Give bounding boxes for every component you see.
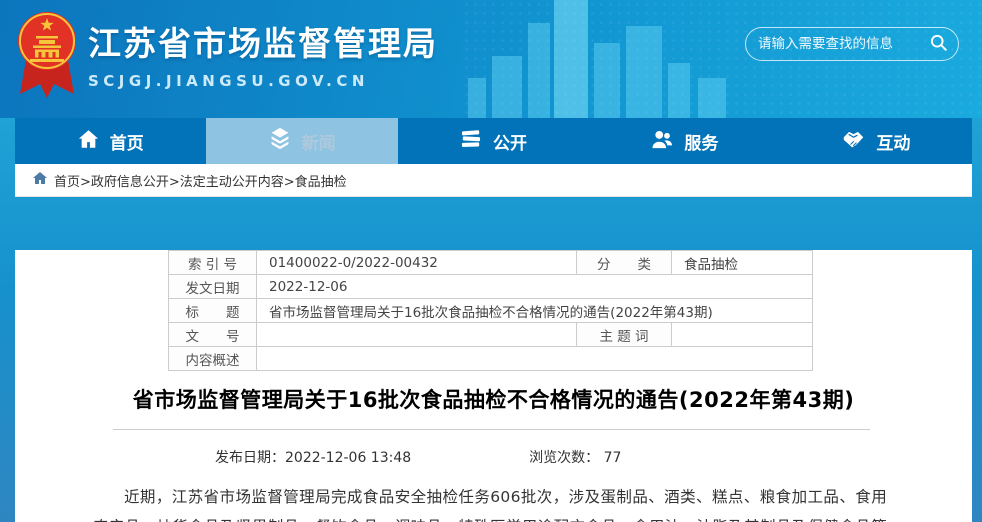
nav-item-interaction[interactable]: 互动 xyxy=(781,118,972,164)
search-box xyxy=(745,27,959,61)
meta-value-cell: 省市场监督管理局关于16批次食品抽检不合格情况的通告(2022年第43期) xyxy=(257,299,813,323)
table-row: 文 号 主 题 词 xyxy=(169,323,813,347)
search-icon xyxy=(929,33,948,55)
site-logo[interactable]: 江苏省市场监督管理局 SCJGJ.JIANGSU.GOV.CN xyxy=(16,10,438,104)
publish-date: 发布日期：2022-12-06 13:48 xyxy=(215,447,411,467)
meta-label-cell: 主 题 词 xyxy=(577,323,672,347)
books-icon xyxy=(460,129,482,154)
main-navigation: 首页 新闻 xyxy=(15,118,972,164)
document-meta-table: 索 引 号 01400022-0/2022-00432 分 类 食品抽检 发文日… xyxy=(168,250,813,371)
national-emblem-icon xyxy=(16,10,78,104)
nav-item-label: 互动 xyxy=(876,129,910,154)
layers-icon xyxy=(269,127,291,155)
table-row: 索 引 号 01400022-0/2022-00432 分 类 食品抽检 xyxy=(169,251,813,275)
meta-value-cell xyxy=(257,347,813,371)
meta-value-cell: 01400022-0/2022-00432 xyxy=(257,251,577,275)
meta-value-cell: 2022-12-06 xyxy=(257,275,813,299)
nav-item-home[interactable]: 首页 xyxy=(15,118,206,164)
meta-label-cell: 文 号 xyxy=(169,323,257,347)
page-title: 省市场监督管理局关于16批次食品抽检不合格情况的通告(2022年第43期) xyxy=(15,384,972,414)
view-count: 浏览次数： 77 xyxy=(529,447,621,467)
table-row: 标 题 省市场监督管理局关于16批次食品抽检不合格情况的通告(2022年第43期… xyxy=(169,299,813,323)
nav-item-label: 公开 xyxy=(493,129,527,154)
meta-value-cell: 食品抽检 xyxy=(672,251,813,275)
users-icon xyxy=(651,129,673,154)
page: 江苏省市场监督管理局 SCJGJ.JIANGSU.GOV.CN xyxy=(0,0,982,522)
meta-label-cell: 标 题 xyxy=(169,299,257,323)
breadcrumb-bar: 首页>政府信息公开>法定主动公开内容>食品抽检 xyxy=(15,164,972,197)
search-button[interactable] xyxy=(929,33,948,55)
logo-text: 江苏省市场监督管理局 SCJGJ.JIANGSU.GOV.CN xyxy=(88,10,438,90)
nav-item-news[interactable]: 新闻 xyxy=(206,118,397,164)
search-input[interactable] xyxy=(758,36,929,52)
breadcrumb[interactable]: 首页>政府信息公开>法定主动公开内容>食品抽检 xyxy=(54,171,347,190)
article-content-area: 索 引 号 01400022-0/2022-00432 分 类 食品抽检 发文日… xyxy=(15,250,972,522)
meta-label-cell: 发文日期 xyxy=(169,275,257,299)
home-small-icon xyxy=(33,172,47,188)
nav-item-services[interactable]: 服务 xyxy=(589,118,780,164)
meta-label-cell: 索 引 号 xyxy=(169,251,257,275)
site-header: 江苏省市场监督管理局 SCJGJ.JIANGSU.GOV.CN xyxy=(0,0,982,118)
meta-value-cell xyxy=(672,323,813,347)
article-meta-row: 发布日期：2022-12-06 13:48 浏览次数： 77 xyxy=(15,447,972,467)
meta-value-cell xyxy=(257,323,577,347)
nav-item-label: 服务 xyxy=(684,129,718,154)
main-container: 首页 新闻 xyxy=(15,118,972,522)
home-icon xyxy=(78,129,99,154)
table-row: 发文日期 2022-12-06 xyxy=(169,275,813,299)
title-divider xyxy=(113,429,870,430)
nav-item-label: 新闻 xyxy=(302,129,336,154)
site-url: SCJGJ.JIANGSU.GOV.CN xyxy=(88,72,438,90)
meta-label-cell: 内容概述 xyxy=(169,347,257,371)
handshake-icon xyxy=(842,129,865,154)
nav-item-public[interactable]: 公开 xyxy=(398,118,589,164)
city-skyline-decoration xyxy=(468,0,748,118)
article-body-paragraph: 近期，江苏省市场监督管理局完成食品安全抽检任务606批次，涉及蛋制品、酒类、糕点… xyxy=(93,482,887,522)
nav-item-label: 首页 xyxy=(110,129,144,154)
site-title: 江苏省市场监督管理局 xyxy=(88,17,438,65)
meta-label-cell: 分 类 xyxy=(577,251,672,275)
table-row: 内容概述 xyxy=(169,347,813,371)
